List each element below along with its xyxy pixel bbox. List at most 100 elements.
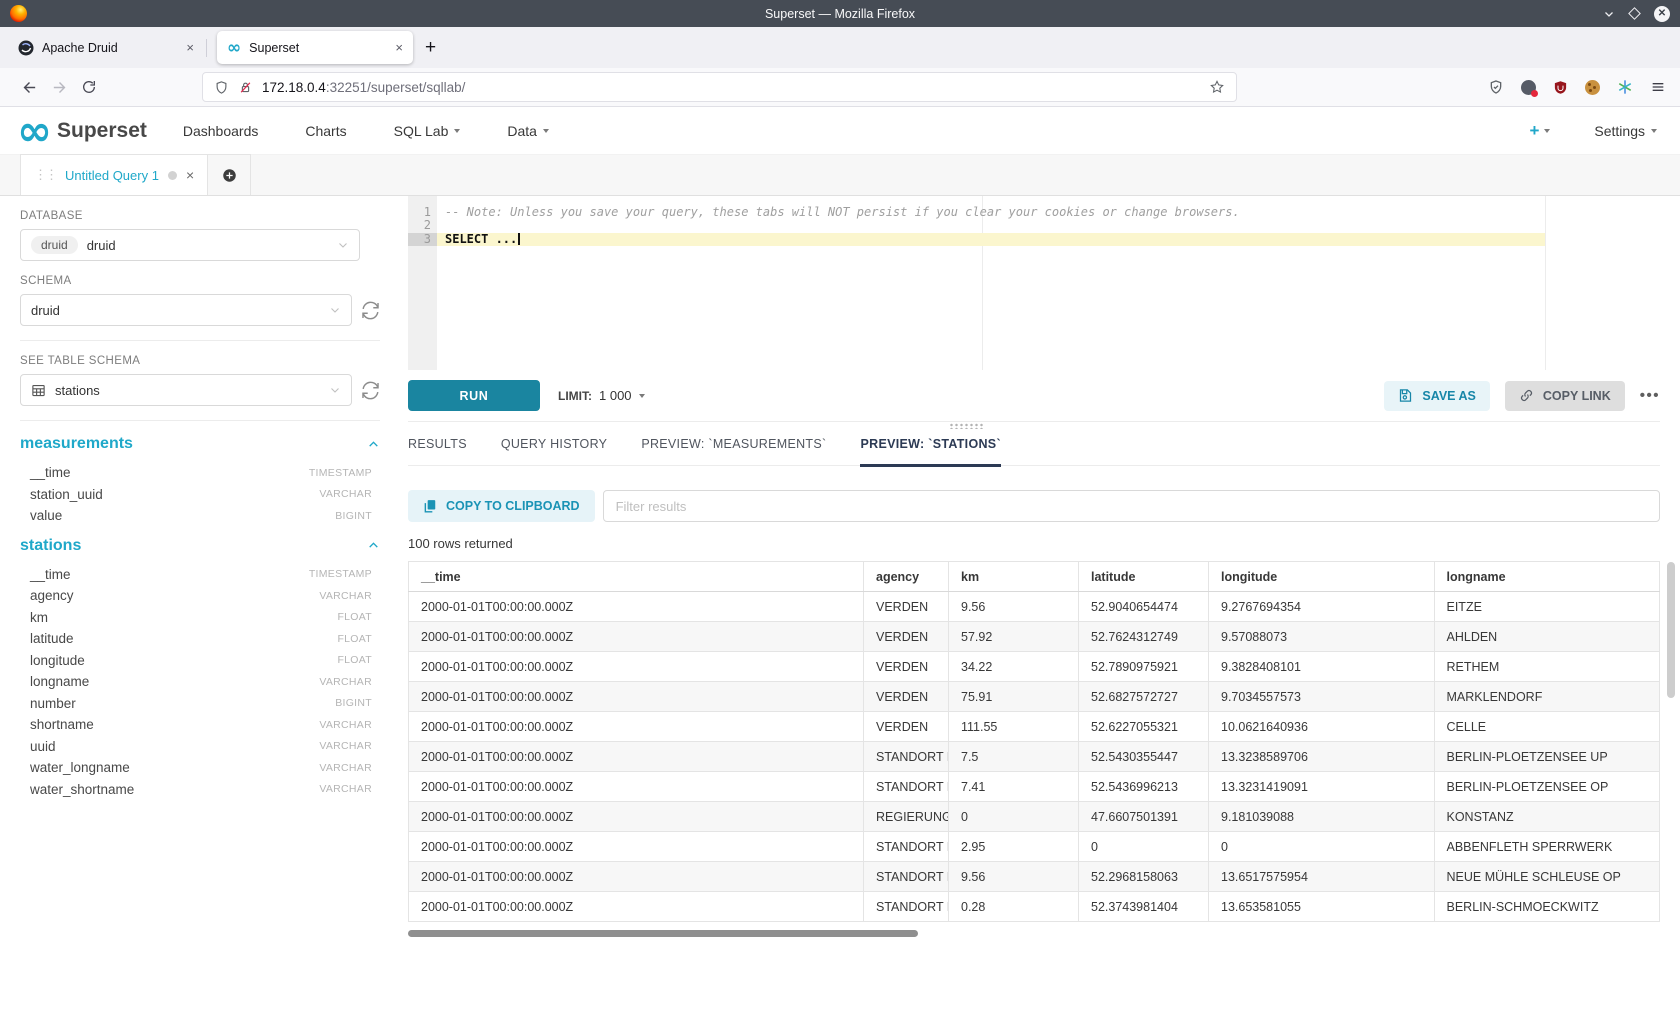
floppy-icon bbox=[1398, 388, 1413, 403]
copy-link-button[interactable]: COPY LINK bbox=[1505, 381, 1625, 411]
cell-latitude: 52.5430355447 bbox=[1079, 742, 1209, 772]
reload-icon[interactable] bbox=[74, 73, 104, 101]
circle-plus-icon bbox=[222, 168, 237, 183]
tab-close-icon[interactable]: × bbox=[395, 40, 403, 55]
cell-time: 2000-01-01T00:00:00.000Z bbox=[409, 712, 864, 742]
add-query-tab-button[interactable] bbox=[208, 154, 251, 195]
url-host: 172.18.0.4 bbox=[262, 80, 326, 95]
extension-shield-icon[interactable] bbox=[1488, 79, 1504, 95]
cell-agency: STANDORT BERLIN bbox=[864, 892, 949, 922]
filter-results-input[interactable] bbox=[603, 490, 1660, 522]
cell-latitude: 52.7890975921 bbox=[1079, 652, 1209, 682]
table-row: 2000-01-01T00:00:00.000Z STANDORT BERLIN… bbox=[409, 892, 1660, 922]
extension-cookie-icon[interactable] bbox=[1585, 80, 1600, 95]
new-tab-button[interactable]: + bbox=[425, 37, 436, 59]
column-header[interactable]: longname bbox=[1434, 562, 1660, 592]
query-tab-close-icon[interactable]: × bbox=[186, 167, 194, 183]
cell-longname: AHLDEN bbox=[1434, 622, 1660, 652]
browser-tab-apache-druid[interactable]: Apache Druid × bbox=[8, 31, 204, 64]
pane-splitter[interactable] bbox=[400, 422, 1680, 430]
column-header[interactable]: agency bbox=[864, 562, 949, 592]
extension-ublock-icon[interactable] bbox=[1553, 80, 1568, 95]
schema-group-title: stations bbox=[20, 537, 81, 555]
cell-time: 2000-01-01T00:00:00.000Z bbox=[409, 652, 864, 682]
column-header[interactable]: __time bbox=[409, 562, 864, 592]
browser-tab-label: Apache Druid bbox=[42, 41, 118, 55]
nav-dashboards[interactable]: Dashboards bbox=[183, 123, 259, 139]
horizontal-scrollbar-thumb[interactable] bbox=[408, 930, 918, 937]
column-header[interactable]: km bbox=[949, 562, 1079, 592]
column-name: __time bbox=[30, 567, 71, 582]
cell-latitude: 52.5436996213 bbox=[1079, 772, 1209, 802]
superset-logo[interactable]: ∞ Superset bbox=[17, 119, 147, 143]
tab-query-history[interactable]: QUERY HISTORY bbox=[501, 430, 607, 466]
extension-mask-icon[interactable] bbox=[1521, 80, 1536, 95]
collapse-chevron-up-icon[interactable] bbox=[367, 539, 380, 552]
tab-results[interactable]: RESULTS bbox=[408, 430, 467, 466]
browser-tab-superset[interactable]: ∞ Superset × bbox=[217, 31, 413, 64]
tab-preview-stations[interactable]: PREVIEW: `STATIONS` bbox=[860, 430, 1000, 466]
window-restore-icon[interactable] bbox=[1628, 7, 1641, 20]
limit-dropdown[interactable]: LIMIT: 1 000 bbox=[558, 388, 645, 403]
copy-to-clipboard-button[interactable]: COPY TO CLIPBOARD bbox=[408, 490, 595, 522]
vertical-scrollbar-thumb[interactable] bbox=[1667, 562, 1675, 698]
nav-data[interactable]: Data bbox=[507, 123, 549, 139]
bookmark-star-icon[interactable] bbox=[1209, 79, 1225, 95]
tab-close-icon[interactable]: × bbox=[186, 40, 194, 55]
editor-code-area[interactable]: -- Note: Unless you save your query, the… bbox=[437, 196, 1545, 246]
window-close-icon[interactable]: ✕ bbox=[1654, 6, 1670, 22]
database-tag: druid bbox=[31, 236, 78, 254]
results-controls: COPY TO CLIPBOARD bbox=[408, 490, 1660, 522]
cell-latitude: 52.2968158063 bbox=[1079, 862, 1209, 892]
cell-longname: ABBENFLETH SPERRWERK bbox=[1434, 832, 1660, 862]
cell-longitude: 9.7034557573 bbox=[1209, 682, 1435, 712]
window-minimize-icon[interactable] bbox=[1603, 8, 1615, 20]
column-name: station_uuid bbox=[30, 487, 103, 502]
refresh-schema-icon[interactable] bbox=[361, 301, 380, 320]
schema-select[interactable]: druid bbox=[20, 294, 352, 326]
run-button[interactable]: RUN bbox=[408, 380, 540, 411]
schema-column-row: __time TIMESTAMP bbox=[20, 462, 372, 484]
schema-column-row: km FLOAT bbox=[20, 607, 372, 629]
more-actions-button[interactable]: ••• bbox=[1640, 387, 1660, 404]
refresh-tables-icon[interactable] bbox=[361, 381, 380, 400]
extension-snowflake-icon[interactable] bbox=[1617, 79, 1633, 95]
sql-editor[interactable]: 1 2 3 -- Note: Unless you save your quer… bbox=[408, 196, 1660, 370]
collapse-chevron-up-icon[interactable] bbox=[367, 438, 380, 451]
cell-km: 75.91 bbox=[949, 682, 1079, 712]
add-new-button[interactable]: + bbox=[1529, 121, 1550, 141]
column-name: longitude bbox=[30, 653, 85, 668]
column-name: number bbox=[30, 696, 76, 711]
clipboard-icon bbox=[423, 499, 437, 513]
cell-latitude: 0 bbox=[1079, 832, 1209, 862]
column-type: BIGINT bbox=[335, 510, 372, 522]
cell-km: 57.92 bbox=[949, 622, 1079, 652]
back-icon[interactable] bbox=[14, 73, 44, 101]
nav-sql-lab[interactable]: SQL Lab bbox=[394, 123, 461, 139]
settings-menu[interactable]: Settings bbox=[1594, 123, 1657, 139]
column-name: uuid bbox=[30, 739, 56, 754]
shield-icon[interactable] bbox=[214, 80, 229, 95]
nav-charts[interactable]: Charts bbox=[305, 123, 346, 139]
drag-handle-icon[interactable]: ⋮⋮ bbox=[34, 167, 56, 183]
cell-latitude: 52.3743981404 bbox=[1079, 892, 1209, 922]
line-number: 1 bbox=[408, 206, 437, 219]
table-select[interactable]: stations bbox=[20, 374, 352, 406]
browser-tab-label: Superset bbox=[249, 41, 299, 55]
insecure-lock-icon[interactable] bbox=[238, 80, 253, 95]
column-header[interactable]: longitude bbox=[1209, 562, 1435, 592]
druid-favicon-icon bbox=[18, 40, 34, 56]
cell-km: 111.55 bbox=[949, 712, 1079, 742]
splitter-grip-icon[interactable] bbox=[949, 423, 983, 429]
url-bar[interactable]: 172.18.0.4:32251/superset/sqllab/ bbox=[202, 72, 1237, 102]
column-header[interactable]: latitude bbox=[1079, 562, 1209, 592]
database-select[interactable]: druid druid bbox=[20, 229, 360, 261]
query-tab-active[interactable]: ⋮⋮ Untitled Query 1 × bbox=[20, 154, 208, 195]
tab-preview-measurements[interactable]: PREVIEW: `MEASUREMENTS` bbox=[641, 430, 826, 466]
forward-icon[interactable] bbox=[44, 73, 74, 101]
hamburger-menu-icon[interactable] bbox=[1650, 79, 1666, 95]
line-number: 3 bbox=[408, 233, 437, 246]
cell-longitude: 9.57088073 bbox=[1209, 622, 1435, 652]
horizontal-scrollbar[interactable] bbox=[408, 930, 1660, 937]
save-as-button[interactable]: SAVE AS bbox=[1384, 381, 1490, 411]
